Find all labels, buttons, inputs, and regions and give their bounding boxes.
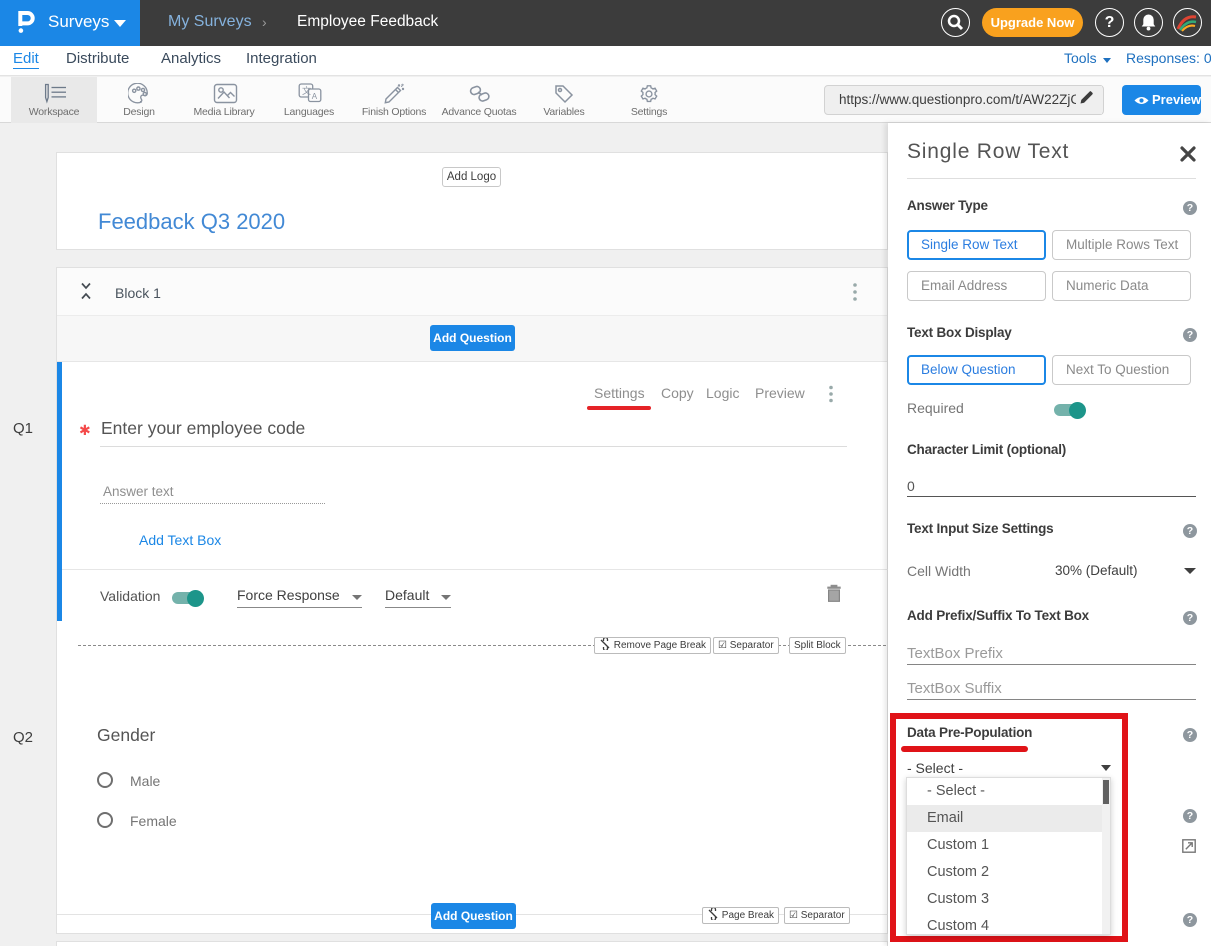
svg-text:文: 文 bbox=[302, 85, 311, 96]
svg-text:A: A bbox=[312, 92, 318, 101]
